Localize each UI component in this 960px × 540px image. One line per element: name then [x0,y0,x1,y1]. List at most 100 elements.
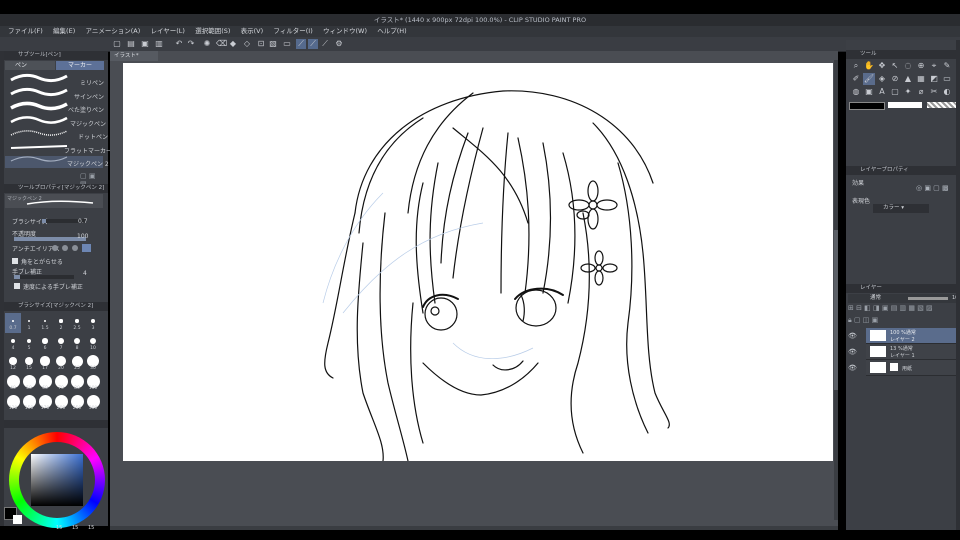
blend-mode-select[interactable]: 通常 [870,294,881,303]
loading-icon[interactable]: ✺ [202,39,212,49]
brush-size-option[interactable]: 1.5 [37,313,53,333]
horizontal-scrollbar[interactable] [110,526,838,530]
brush-size-option[interactable]: 70 [53,373,69,393]
subtool-footer-icons[interactable]: ▢ ▣ ▤ [80,172,104,188]
color-mode-select[interactable]: カラー ▾ [873,204,929,213]
redo-icon[interactable]: ↷ [186,39,196,49]
snap-grid-icon[interactable]: ⟋ [320,39,330,49]
tool-icon[interactable]: ▢ [889,86,901,98]
menu-view[interactable]: 表示(V) [241,26,264,37]
brush-size-option[interactable]: 20 [53,353,69,373]
menu-selection[interactable]: 選択範囲(S) [195,26,230,37]
brush-size-option[interactable]: 25 [69,353,85,373]
main-color-bar[interactable] [849,102,885,110]
tool-icon[interactable]: ✋ [863,60,875,72]
document-tab[interactable]: イラスト* [110,51,158,61]
subtool-item-magic-pen-2[interactable]: マジックペン 2 [67,159,109,168]
clear-icon[interactable]: ⌫ [216,39,227,49]
undo-icon[interactable]: ↶ [174,39,184,49]
layer-row-1[interactable]: 13 %通常 レイヤー 1 [866,344,958,360]
layer-visibility-icons[interactable]: 👁︎ 👁︎ 👁︎ [848,328,864,376]
layer-toolbar-icons[interactable]: ⊞ ⊟ ◧ ◨ ▣ ▤ ▥ ▦ ▧ ▨ [848,304,960,314]
tab-marker[interactable]: マーカー [56,61,104,70]
brushsize-header[interactable]: ブラシサイズ[マジックペン 2] [4,302,108,311]
menu-edit[interactable]: 編集(E) [53,26,75,37]
brush-size-option[interactable]: 100 [85,373,101,393]
effect-icons[interactable]: ◎ ▣ ▢ ▩ [916,184,956,192]
brush-size-option[interactable]: 5 [21,333,37,353]
layer-opacity-slider[interactable] [908,297,948,300]
tool-icon[interactable]: ⌕ [850,60,862,72]
menu-window[interactable]: ウィンドウ(W) [323,26,367,37]
layer-lock-icons[interactable]: 🔒︎ ▢ ◫ ▣ [848,316,960,324]
antialias-options[interactable] [52,244,92,252]
brush-size-option[interactable]: 50 [21,373,37,393]
brush-size-option[interactable]: 30 [85,353,101,373]
subtool-item-magic-pen[interactable]: マジックペン [70,119,106,128]
tool-icon[interactable]: ⌀ [915,86,927,98]
settings-icon[interactable]: ⚙ [334,39,344,49]
menu-help[interactable]: ヘルプ(H) [377,26,406,37]
brush-size-option[interactable]: 12 [5,353,21,373]
brush-size-option[interactable]: 0.7 [5,313,21,333]
tab-pen[interactable]: ペン [5,61,55,70]
sub-color-swatch[interactable] [13,515,22,524]
crop-icon[interactable]: ⊡ [256,39,266,49]
subtool-header[interactable]: サブツール[ペン] [4,51,108,60]
tool-icon[interactable]: ◩ [928,73,940,85]
layers-header[interactable]: レイヤー [846,284,960,293]
open-file-icon[interactable]: ▤ [126,39,136,49]
tool-icon[interactable]: ◈ [876,73,888,85]
stabilization-slider[interactable] [14,275,74,279]
brush-size-option[interactable]: 200 [53,393,69,413]
subtool-item-fill-pen[interactable]: べた塗りペン [68,105,104,114]
export-icon[interactable]: ▥ [154,39,164,49]
subtool-item-sign-pen[interactable]: サインペン [74,92,104,101]
menu-file[interactable]: ファイル(F) [8,26,43,37]
tool-icon[interactable]: ⊕ [915,60,927,72]
brush-size-option[interactable]: 1 [21,313,37,333]
canvas[interactable] [123,63,833,462]
brush-size-option[interactable]: 2 [53,313,69,333]
brush-size-option[interactable]: 300 [85,393,101,413]
snap-special-ruler-icon[interactable]: ⟋ [308,39,318,49]
subtool-item-flat-marker[interactable]: フラットマーカー [64,146,112,155]
tool-icon[interactable]: ▣ [863,86,875,98]
tool-icon[interactable]: ✥ [876,60,888,72]
brush-size-option[interactable]: 40 [5,373,21,393]
tool-icon[interactable]: ⊘ [889,73,901,85]
invert-icon[interactable]: ▧ [268,39,278,49]
tool-icon[interactable]: ▭ [941,73,953,85]
tool-icon[interactable]: 🖌︎ [863,73,875,85]
tool-icon[interactable]: A [876,86,888,98]
saturation-value-square[interactable] [31,454,83,506]
brush-size-option[interactable]: 8 [69,333,85,353]
layer-row-2[interactable]: 100 %通常 レイヤー 2 [866,328,958,344]
tool-icon[interactable]: ⌖ [928,60,940,72]
brush-size-option[interactable]: 250 [69,393,85,413]
transparent-color-bar[interactable] [927,102,957,108]
new-file-icon[interactable]: ▢ [112,39,122,49]
tool-icon[interactable]: ↖ [889,60,901,72]
tool-icon[interactable]: ✦ [902,86,914,98]
layer-row-paper[interactable]: 用紙 [866,360,958,376]
brush-size-option[interactable]: 10 [85,333,101,353]
brush-size-option[interactable]: 60 [37,373,53,393]
fill-icon[interactable]: ◆ [228,39,238,49]
tool-icon[interactable]: ◍ [850,86,862,98]
snap-ruler-icon[interactable]: ⟋ [296,39,306,49]
brush-size-option[interactable]: 150 [21,393,37,413]
brush-size-option[interactable]: 17 [37,353,53,373]
brush-size-option[interactable]: 120 [5,393,21,413]
sub-color-bar[interactable] [888,102,922,108]
speed-checkbox[interactable] [14,283,20,289]
save-icon[interactable]: ▣ [140,39,150,49]
menu-filter[interactable]: フィルター(I) [273,26,312,37]
subtool-item-dot-pen[interactable]: ドットペン [78,132,108,141]
tool-icon[interactable]: ▦ [915,73,927,85]
tools-header[interactable]: ツール [846,50,960,59]
tool-icon[interactable]: ✂ [928,86,940,98]
vertical-scrollbar[interactable] [834,60,838,520]
tool-icon[interactable]: ▲ [902,73,914,85]
color-header[interactable] [4,420,108,428]
